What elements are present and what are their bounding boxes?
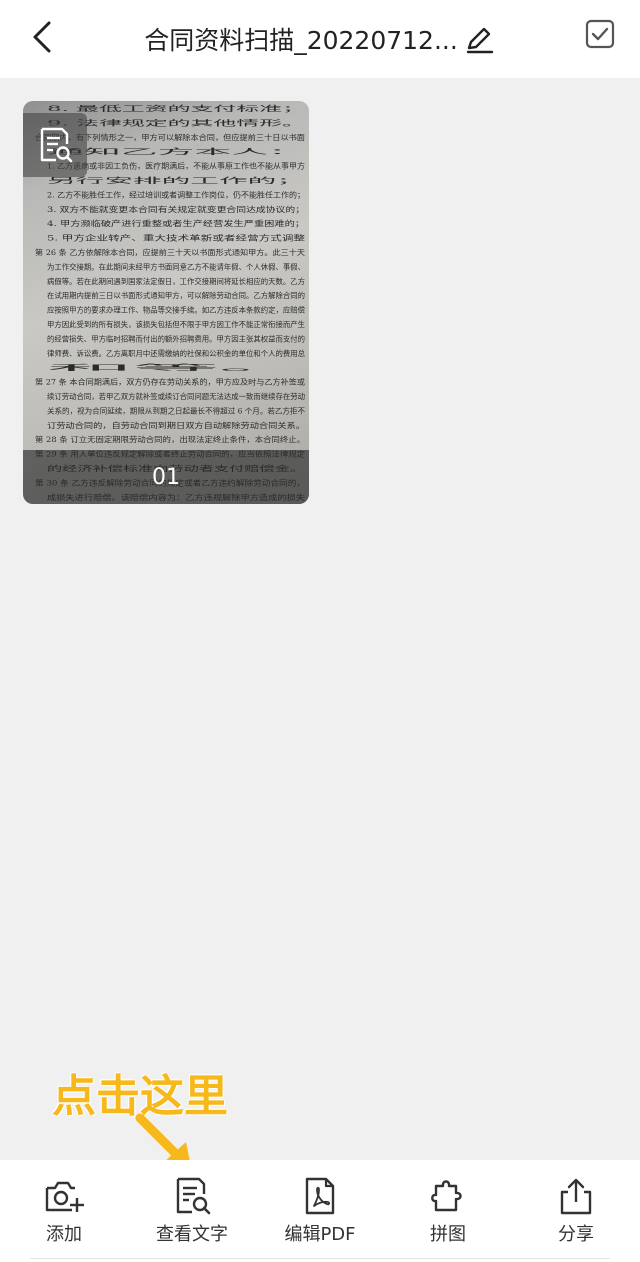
puzzle-icon bbox=[428, 1176, 468, 1216]
pencil-icon bbox=[466, 27, 493, 54]
share-button[interactable]: 分享 bbox=[516, 1176, 636, 1246]
header-bar: 合同资料扫描_20220712... bbox=[0, 0, 640, 78]
select-mode-button[interactable] bbox=[584, 18, 616, 50]
scan-text-line: 甲方因此受到的所有损失，该损失包括但不限于甲方因工作不能正常衔接而产生 bbox=[47, 320, 305, 329]
pdf-icon bbox=[300, 1176, 340, 1216]
scan-text-line: 订劳动合同的，自劳动合同到期日双方自动解除劳动合同关系。 bbox=[47, 421, 305, 430]
bottom-toolbar: 添加 查看文字 编辑PDF 拼图 分享 bbox=[0, 1160, 640, 1262]
rename-button[interactable] bbox=[464, 23, 496, 55]
share-label: 分享 bbox=[558, 1224, 594, 1245]
page-number-bar: 01 bbox=[23, 450, 309, 504]
scan-text-line: 5. 甲方企业转产、重大技术革新或者经营方式调整 bbox=[47, 234, 305, 243]
scan-text-line: 律师费、诉讼费。乙方离职月中还需缴纳的社保和公积金的单位和个人的费用总 bbox=[47, 349, 305, 358]
scan-text-line: 病假等。若在此期间遇到国家法定假日，工作交接期间将延长相应的天数。乙方 bbox=[47, 277, 305, 286]
view-text-label: 查看文字 bbox=[156, 1224, 228, 1245]
scan-text-line: 另行安排的工作的； bbox=[47, 176, 305, 185]
collage-button[interactable]: 拼图 bbox=[388, 1176, 508, 1246]
scan-text-line: 和等。 bbox=[47, 363, 305, 372]
text-recognize-icon bbox=[40, 127, 73, 163]
scan-text-line: 第 27 条 本合同期满后，双方仍存在劳动关系的，甲方应及时与乙方补签或 bbox=[35, 378, 305, 387]
page-number: 01 bbox=[152, 464, 180, 490]
camera-add-icon bbox=[44, 1176, 84, 1216]
edit-pdf-button[interactable]: 编辑PDF bbox=[260, 1176, 380, 1246]
scan-text-line: 的经营损失、甲方临时招聘而付出的额外招聘费用。甲方因主张其权益而支付的 bbox=[47, 334, 305, 343]
collage-label: 拼图 bbox=[430, 1224, 466, 1245]
ocr-badge[interactable] bbox=[23, 113, 87, 177]
title-group: 合同资料扫描_20220712... bbox=[120, 0, 520, 78]
checkbox-icon bbox=[585, 19, 615, 49]
scan-text-line: 3. 双方不能就变更本合同有关规定就变更合同达成协议的； bbox=[47, 205, 305, 214]
scan-text-line: 8. 最低工资的支付标准； bbox=[47, 104, 305, 113]
divider bbox=[30, 1258, 610, 1259]
scan-text-line: 2. 乙方不能胜任工作，经过培训或者调整工作岗位，仍不能胜任工作的； bbox=[47, 190, 305, 199]
scan-text-line: 为工作交接期。在此期间未经甲方书面同意乙方不能请年假、个人休假、事假、 bbox=[47, 262, 305, 271]
document-title[interactable]: 合同资料扫描_20220712... bbox=[144, 21, 458, 57]
add-button[interactable]: 添加 bbox=[4, 1176, 124, 1246]
scan-text-line: 应按照甲方的要求办理工作、物品等交接手续。如乙方违反本条款约定，应赔偿 bbox=[47, 306, 305, 315]
scan-text-line: 4. 甲方濒临破产进行重整或者生产经营发生严重困难的； bbox=[47, 219, 305, 228]
back-button[interactable] bbox=[22, 16, 64, 58]
scan-text-line: 关系的，视为合同延续，期限从到期之日起最长不得超过 6 个月。若乙方拒不 bbox=[47, 406, 305, 415]
view-text-button[interactable]: 查看文字 bbox=[132, 1176, 252, 1246]
scan-text-line: 在试用期内提前三日以书面形式通知甲方，可以解除劳动合同。乙方解除合同的 bbox=[47, 291, 305, 300]
add-label: 添加 bbox=[46, 1224, 82, 1245]
page-thumbnail[interactable]: 8. 最低工资的支付标准； 9. 法律规定的其他情形。 合同期内，有下列情形之一，甲… bbox=[23, 101, 309, 504]
scan-text-line: 第 28 条 订立无固定期限劳动合同的，出现法定终止条件，本合同终止。 bbox=[35, 435, 305, 444]
scan-text-line: 第 26 条 乙方依解除本合同，应提前三十天以书面形式通知甲方。此三十天 bbox=[35, 248, 305, 257]
chevron-left-icon bbox=[33, 21, 51, 53]
edit-pdf-label: 编辑PDF bbox=[284, 1224, 356, 1245]
share-icon bbox=[556, 1176, 596, 1216]
text-recognize-icon bbox=[172, 1176, 212, 1216]
scan-text-line: 续订劳动合同，若甲乙双方就补签或续订合同问题无法达成一致而继续存在劳动 bbox=[47, 392, 305, 401]
